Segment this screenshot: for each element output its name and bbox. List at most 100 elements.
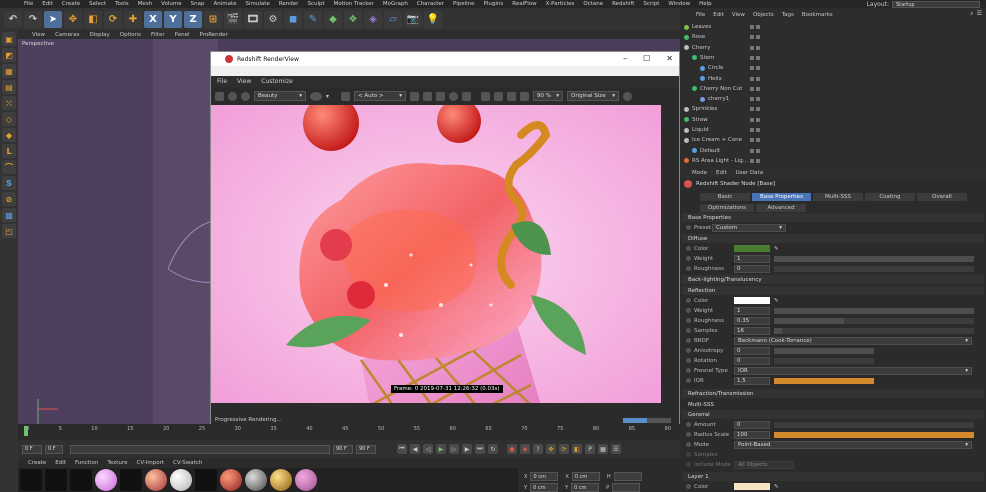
menu-volume[interactable]: Volume xyxy=(161,1,181,7)
object-row[interactable]: cherry1 xyxy=(680,94,986,104)
fresnel-radio[interactable] xyxy=(686,368,691,373)
render-view-icon[interactable]: 🎬 xyxy=(224,10,242,28)
visibility-dots[interactable] xyxy=(750,55,768,60)
refl-roughness-radio[interactable] xyxy=(686,318,691,323)
key-scale-icon[interactable]: ◧ xyxy=(572,444,582,454)
material-menu-create[interactable]: Create xyxy=(28,460,46,466)
material-swatch[interactable] xyxy=(95,469,117,491)
refl-roughness-field[interactable]: 0.35 xyxy=(734,316,770,325)
tab-multi-sss[interactable]: Multi-SSS xyxy=(812,193,863,201)
menu-character[interactable]: Character xyxy=(417,1,444,7)
visibility-dots[interactable] xyxy=(750,76,768,81)
color-picker-icon[interactable]: ✎ xyxy=(774,484,779,490)
object-row[interactable]: RS Area Light - Lig... xyxy=(680,156,986,166)
coord-x2-field[interactable]: 0 cm xyxy=(571,472,600,481)
diffuse-color-radio[interactable] xyxy=(686,246,691,251)
brdf-radio[interactable] xyxy=(686,338,691,343)
timeline-menu-icon[interactable]: ☰ xyxy=(611,444,621,454)
grid-icon[interactable]: ▩ xyxy=(2,208,16,222)
object-row[interactable]: Ice Cream + Cone xyxy=(680,135,986,145)
attribute-menu-user-data[interactable]: User Data xyxy=(736,170,763,176)
ior-field[interactable]: 1.5 xyxy=(734,376,770,385)
menu-mograph[interactable]: MoGraph xyxy=(383,1,408,7)
diffuse-roughness-slider[interactable] xyxy=(774,265,974,272)
edges-mode-icon[interactable]: ◇ xyxy=(2,112,16,126)
aov-dropdown[interactable]: Beauty ▾ xyxy=(254,91,306,101)
refl-samples-radio[interactable] xyxy=(686,328,691,333)
clear-icon[interactable] xyxy=(520,91,530,101)
menu-realflow[interactable]: RealFlow xyxy=(512,1,536,7)
viewport-menu-cameras[interactable]: Cameras xyxy=(55,32,79,38)
refl-color-radio[interactable] xyxy=(686,298,691,303)
model-mode-icon[interactable]: ◩ xyxy=(2,48,16,62)
subdivision-icon[interactable]: ◆ xyxy=(324,10,342,28)
next-key-icon[interactable]: ▶ xyxy=(462,444,472,454)
visibility-dots[interactable] xyxy=(750,97,768,102)
mode-dropdown[interactable]: Point-Based ▾ xyxy=(734,440,972,449)
radius-scale-slider[interactable] xyxy=(774,431,974,438)
ior-radio[interactable] xyxy=(686,378,691,383)
object-menu-bookmarks[interactable]: Bookmarks xyxy=(802,12,833,18)
renderview-menu-customize[interactable]: Customize xyxy=(261,78,293,85)
include-mode-dropdown[interactable]: All Objects xyxy=(734,460,794,469)
key-rotation-icon[interactable]: ⟳ xyxy=(559,444,569,454)
zoom-field[interactable]: 90 % ▾ xyxy=(533,91,564,101)
rotate-tool-icon[interactable]: ⟳ xyxy=(104,10,122,28)
lock-workplane-icon[interactable]: ⊘ xyxy=(2,192,16,206)
end-frame-field[interactable]: 90 F xyxy=(333,444,353,454)
layout-dropdown[interactable]: Startup xyxy=(892,0,980,8)
menu-pipeline[interactable]: Pipeline xyxy=(453,1,475,7)
menu-simulate[interactable]: Simulate xyxy=(246,1,270,7)
visibility-dots[interactable] xyxy=(750,66,768,71)
render-settings-icon[interactable]: ⚙ xyxy=(264,10,282,28)
object-row[interactable]: Cherry Non Cut xyxy=(680,84,986,94)
diffuse-roughness-field[interactable]: 0 xyxy=(734,264,770,273)
visibility-dots[interactable] xyxy=(750,117,768,122)
object-row[interactable]: Leaves xyxy=(680,22,986,32)
material-menu-cv-import[interactable]: CV-Import xyxy=(136,460,164,466)
material-swatch[interactable] xyxy=(145,469,167,491)
minimize-icon[interactable]: – xyxy=(623,54,627,63)
render-picture-viewer-icon[interactable]: 🎞 xyxy=(244,10,262,28)
panel-menu-icon[interactable]: ☰ xyxy=(977,10,982,18)
menu-animate[interactable]: Animate xyxy=(213,1,236,7)
section-general[interactable]: General xyxy=(682,410,984,419)
ior-slider[interactable] xyxy=(774,377,874,384)
anisotropy-field[interactable]: 0 xyxy=(734,346,770,355)
redshift-renderview-window[interactable]: Redshift RenderView – ☐ ✕ File View Custom… xyxy=(210,51,680,428)
loop-icon[interactable]: ↻ xyxy=(488,444,498,454)
viewport-menu-prorender[interactable]: ProRender xyxy=(200,32,228,38)
refl-samples-slider[interactable] xyxy=(774,327,974,334)
menu-redshift[interactable]: Redshift xyxy=(612,1,634,7)
tab-base-properties[interactable]: Base Properties xyxy=(752,193,811,201)
maximize-icon[interactable]: ☐ xyxy=(643,54,650,63)
color-picker-icon[interactable]: ✎ xyxy=(774,246,779,252)
visibility-dots[interactable] xyxy=(750,35,768,40)
deformer-icon[interactable]: ◈ xyxy=(364,10,382,28)
visibility-dots[interactable] xyxy=(750,148,768,153)
autokey-icon[interactable]: ◉ xyxy=(520,444,530,454)
section-reflection[interactable]: Reflection xyxy=(682,286,984,295)
material-menu-cv-swatch[interactable]: CV-Swatch xyxy=(173,460,202,466)
key-pla-icon[interactable]: ▦ xyxy=(598,444,608,454)
playhead-marker[interactable] xyxy=(24,426,28,436)
material-menu-function[interactable]: Function xyxy=(75,460,98,466)
section-layer1[interactable]: Layer 1 xyxy=(682,472,984,481)
material-swatch[interactable] xyxy=(45,469,67,491)
menu-tools[interactable]: Tools xyxy=(115,1,129,7)
menu-file[interactable]: File xyxy=(24,1,33,7)
material-swatch[interactable] xyxy=(270,469,292,491)
bucket-icon[interactable] xyxy=(462,91,472,101)
attribute-menu-edit[interactable]: Edit xyxy=(716,170,727,176)
guide-icon[interactable]: ◰ xyxy=(2,224,16,238)
coord-x-field[interactable]: 0 cm xyxy=(530,472,559,481)
grid-view-icon[interactable] xyxy=(423,91,433,101)
array-icon[interactable]: ❖ xyxy=(344,10,362,28)
visibility-dots[interactable] xyxy=(750,158,768,163)
include-mode-radio[interactable] xyxy=(686,462,691,467)
layout-selector[interactable]: Layout: Startup xyxy=(867,0,986,8)
axis-z-toggle[interactable]: Z xyxy=(184,10,202,28)
axis-y-toggle[interactable]: Y xyxy=(164,10,182,28)
close-icon[interactable]: ✕ xyxy=(666,54,673,63)
material-swatch[interactable] xyxy=(170,469,192,491)
